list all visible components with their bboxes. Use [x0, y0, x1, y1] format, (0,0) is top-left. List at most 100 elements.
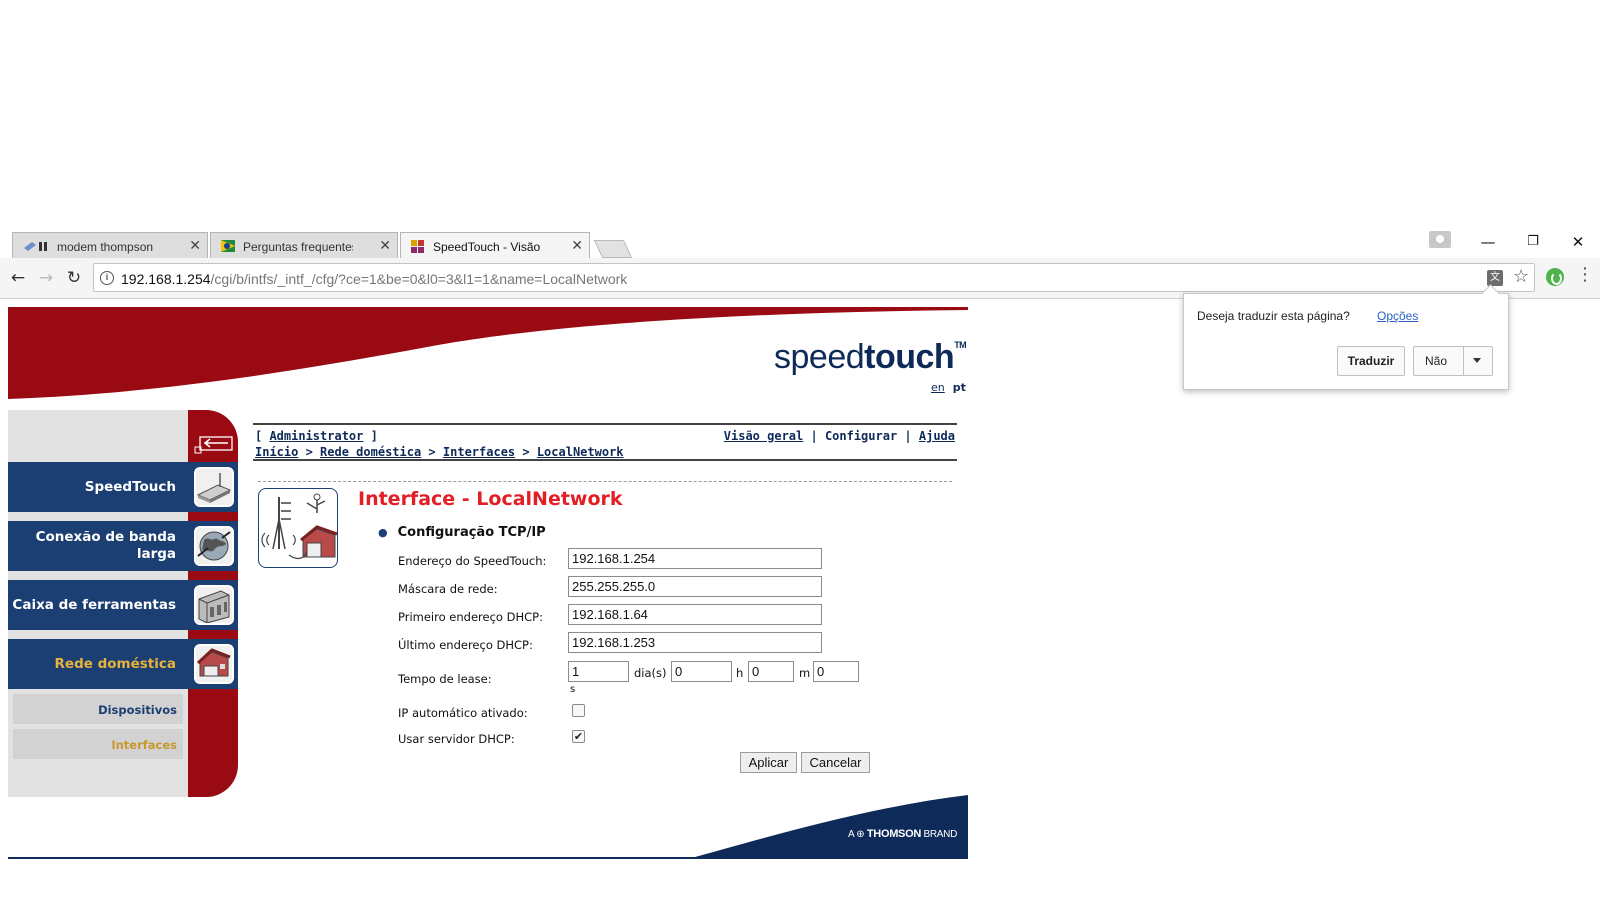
lease-hours-input[interactable]: 0 — [671, 661, 732, 682]
sidebar-subitem-devices[interactable]: Dispositivos — [13, 694, 183, 724]
info-icon[interactable]: i — [100, 271, 114, 285]
tab-perguntas[interactable]: Perguntas frequentes sol ✕ — [210, 232, 398, 258]
breadcrumb-sep: > — [421, 445, 443, 459]
lang-pt-current: pt — [952, 381, 966, 394]
auto-ip-checkbox[interactable] — [572, 704, 585, 717]
address-bar[interactable]: i 192.168.1.254/cgi/b/intfs/_intf_/cfg/?… — [93, 263, 1535, 292]
back-icon[interactable]: ← — [8, 268, 28, 288]
sidebar: SpeedTouch Conexão de banda larga Caixa … — [8, 410, 238, 797]
browser-window: modem thompson st5 ✕ Perguntas frequente… — [0, 0, 1600, 900]
breadcrumb-sep: > — [515, 445, 537, 459]
first-dhcp-input[interactable]: 192.168.1.64 — [568, 604, 822, 625]
profile-icon[interactable] — [1429, 231, 1451, 248]
close-tab-icon[interactable]: ✕ — [571, 237, 583, 254]
dhcp-server-label: Usar servidor DHCP: — [398, 732, 515, 746]
language-switch: en pt — [931, 381, 966, 394]
breadcrumb: Início > Rede doméstica > Interfaces > L… — [255, 445, 624, 459]
user-indicator: [ Administrator ] — [255, 429, 378, 443]
last-dhcp-label: Último endereço DHCP: — [398, 638, 533, 652]
logo-light-text: speed — [774, 338, 865, 376]
network-interface-icon — [258, 488, 338, 568]
auto-ip-label: IP automático ativado: — [398, 706, 528, 720]
logo-bold-text: touch — [864, 338, 955, 376]
speedtouch-address-input[interactable]: 192.168.1.254 — [568, 548, 822, 569]
tab-modem-thompson[interactable]: modem thompson st5 ✕ — [12, 232, 208, 258]
user-bracket-open: [ — [255, 429, 270, 443]
user-link[interactable]: Administrator — [269, 429, 363, 443]
brand-name: THOMSON — [866, 828, 921, 840]
breadcrumb-home[interactable]: Início — [255, 445, 298, 459]
close-tab-icon[interactable]: ✕ — [189, 237, 201, 254]
footer-banner — [8, 795, 968, 859]
nav-sep: | — [803, 429, 825, 443]
sidebar-item-label: Rede doméstica — [54, 655, 176, 672]
sidebar-item-home-network[interactable]: Rede doméstica — [8, 639, 238, 689]
tab-title: Perguntas frequentes sol — [243, 240, 353, 254]
reload-icon[interactable]: ↻ — [64, 268, 84, 288]
section-heading: ● Configuração TCP/IP — [378, 525, 546, 540]
top-nav: Visão geral | Configurar | Ajuda — [724, 429, 955, 443]
menu-icon[interactable]: ⋮ — [1576, 266, 1594, 284]
minimize-icon[interactable]: — — [1478, 233, 1498, 251]
tab-fade — [547, 233, 565, 258]
sidebar-item-toolbox[interactable]: Caixa de ferramentas — [8, 580, 238, 630]
translate-question: Deseja traduzir esta página? — [1197, 309, 1350, 323]
speedtouch-logo: speedtouchTM — [774, 338, 967, 377]
cancel-button[interactable]: Cancelar — [801, 752, 870, 773]
forward-icon[interactable]: → — [36, 268, 56, 288]
logout-icon[interactable] — [194, 434, 234, 454]
netmask-label: Máscara de rede: — [398, 582, 498, 596]
breadcrumb-bar: [ Administrator ] Início > Rede doméstic… — [253, 423, 957, 461]
dashed-divider — [258, 481, 952, 482]
lease-time-label: Tempo de lease: — [398, 672, 492, 686]
breadcrumb-localnetwork[interactable]: LocalNetwork — [537, 445, 624, 459]
tab-strip: modem thompson st5 ✕ Perguntas frequente… — [0, 226, 1600, 258]
url-path: /cgi/b/intfs/_intf_/cfg/?ce=1&be=0&l0=3&… — [210, 271, 628, 287]
breadcrumb-sep: > — [298, 445, 321, 459]
url-host: 192.168.1.254 — [121, 271, 211, 287]
first-dhcp-label: Primeiro endereço DHCP: — [398, 610, 543, 624]
nav-overview-link[interactable]: Visão geral — [724, 429, 803, 443]
house-icon — [194, 644, 234, 684]
globe-icon — [194, 526, 234, 566]
dhcp-server-checkbox[interactable]: ✔ — [572, 730, 585, 743]
tab-title: modem thompson st5 — [57, 240, 155, 254]
section-title: Configuração TCP/IP — [397, 525, 546, 540]
apply-button[interactable]: Aplicar — [740, 752, 797, 773]
user-bracket-close: ] — [363, 429, 378, 443]
breadcrumb-interfaces[interactable]: Interfaces — [443, 445, 515, 459]
bullet-icon: ● — [378, 526, 388, 539]
no-translate-button[interactable]: Não — [1413, 346, 1493, 376]
translate-button[interactable]: Traduzir — [1337, 346, 1405, 376]
url-text[interactable]: 192.168.1.254/cgi/b/intfs/_intf_/cfg/?ce… — [121, 271, 627, 287]
extension-icon[interactable] — [1546, 268, 1564, 286]
last-dhcp-input[interactable]: 192.168.1.253 — [568, 632, 822, 653]
brand-suffix: BRAND — [923, 829, 957, 840]
page-icon — [221, 240, 235, 252]
restore-icon[interactable]: ❐ — [1523, 233, 1543, 251]
translate-options-link[interactable]: Opções — [1377, 309, 1418, 323]
button-divider — [1463, 347, 1464, 375]
lease-days-input[interactable]: 1 — [568, 661, 629, 682]
lease-hours-unit: h — [736, 666, 744, 680]
speedtouch-address-label: Endereço do SpeedTouch: — [398, 554, 547, 568]
sidebar-subitem-interfaces[interactable]: Interfaces — [13, 729, 183, 759]
tab-speedtouch[interactable]: SpeedTouch - Visão gera ✕ — [400, 232, 590, 258]
chevron-down-icon[interactable] — [1473, 358, 1481, 363]
breadcrumb-home-network[interactable]: Rede doméstica — [320, 445, 421, 459]
lang-en-link[interactable]: en — [931, 381, 945, 394]
close-tab-icon[interactable]: ✕ — [379, 237, 391, 254]
lease-seconds-input[interactable]: 0 — [813, 661, 859, 682]
tab-fade — [355, 233, 373, 258]
thomson-brand-logo: A ⊕ THOMSON BRAND — [848, 828, 957, 840]
nav-help-link[interactable]: Ajuda — [919, 429, 955, 443]
speedtouch-icon — [411, 240, 425, 253]
netmask-input[interactable]: 255.255.255.0 — [568, 576, 822, 597]
lease-days-unit: dia(s) — [634, 666, 667, 680]
pause-icon — [23, 240, 47, 252]
sidebar-item-broadband[interactable]: Conexão de banda larga — [8, 521, 238, 571]
lease-minutes-input[interactable]: 0 — [748, 661, 794, 682]
bookmark-star-icon[interactable]: ☆ — [1513, 266, 1529, 287]
sidebar-item-speedtouch[interactable]: SpeedTouch — [8, 462, 238, 512]
close-window-icon[interactable]: ✕ — [1568, 233, 1588, 251]
